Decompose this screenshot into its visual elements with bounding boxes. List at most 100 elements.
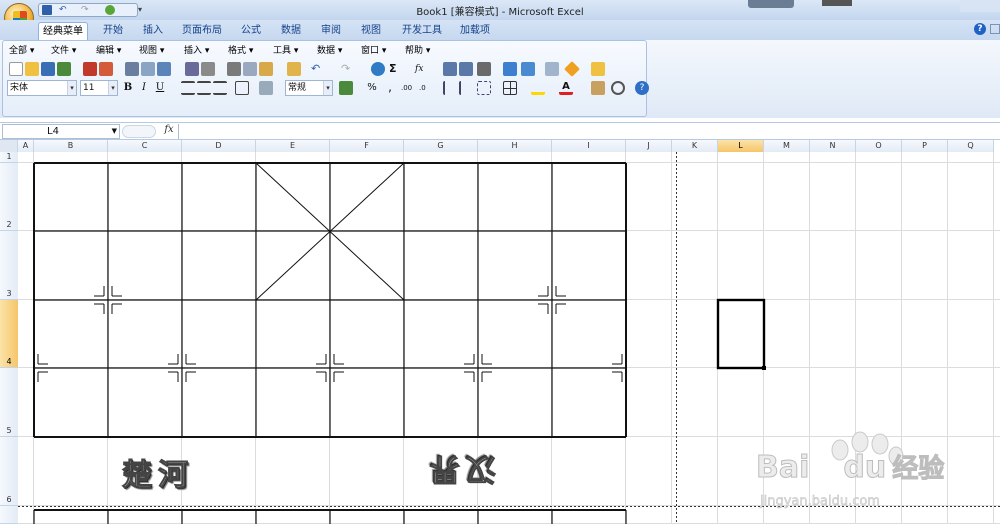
tab-addins[interactable]: 加载项 <box>454 22 496 40</box>
comma-button[interactable]: , <box>383 81 397 95</box>
spelling-icon[interactable] <box>185 62 199 76</box>
new-icon[interactable] <box>9 62 23 76</box>
borders-icon[interactable] <box>503 81 517 95</box>
menu-insert[interactable]: 插入 ▾ <box>184 43 209 56</box>
ribbon-tab-bar: 经典菜单 开始 插入 页面布局 公式 数据 审阅 视图 开发工具 加载项 ? <box>0 20 1000 40</box>
insert-function-icon[interactable]: fx <box>415 62 435 76</box>
chevron-down-icon[interactable]: ▼ <box>112 125 117 138</box>
save-icon[interactable] <box>42 5 52 15</box>
save-icon[interactable] <box>41 62 55 76</box>
preview-icon[interactable] <box>141 62 155 76</box>
watermark-url: jingyan.baidu.com <box>760 494 880 509</box>
styles-icon[interactable] <box>591 81 605 95</box>
fill-handle[interactable] <box>762 366 766 370</box>
italic-button[interactable]: I <box>137 81 151 95</box>
taskbar-thumbnail-2 <box>822 0 852 6</box>
border-style-icon[interactable] <box>477 81 491 95</box>
han-border-text: 汉界 <box>424 451 497 487</box>
window-controls[interactable] <box>960 0 1000 12</box>
menu-tools[interactable]: 工具 ▾ <box>273 43 298 56</box>
increase-indent-icon[interactable] <box>459 81 473 95</box>
name-box[interactable]: L4 ▼ <box>2 124 120 139</box>
currency-icon[interactable] <box>339 81 353 95</box>
folder-icon[interactable] <box>591 62 605 76</box>
open-icon[interactable] <box>25 62 39 76</box>
tab-classic-menu[interactable]: 经典菜单 <box>38 22 88 40</box>
align-center-icon[interactable] <box>197 81 211 95</box>
font-size-select[interactable]: 11 ▾ <box>80 80 118 96</box>
align-left-icon[interactable] <box>181 81 195 95</box>
menu-all[interactable]: 全部 ▾ <box>9 43 34 56</box>
selected-cell[interactable] <box>716 298 766 370</box>
permission-icon[interactable] <box>57 62 71 76</box>
tab-view[interactable]: 视图 <box>354 22 388 40</box>
classic-menu-panel: 全部 ▾ 文件 ▾ 编辑 ▾ 视图 ▾ 插入 ▾ 格式 ▾ 工具 ▾ 数据 ▾ … <box>2 40 649 117</box>
help-icon[interactable]: ? <box>974 23 986 35</box>
redo-icon[interactable]: ↷ <box>341 62 355 76</box>
sort-ascending-icon[interactable] <box>443 62 457 76</box>
formula-bar: L4 ▼ fx <box>0 122 1000 140</box>
bold-button[interactable]: B <box>121 81 135 95</box>
pdf-icon[interactable] <box>83 62 97 76</box>
paste-icon[interactable] <box>259 62 273 76</box>
publish-icon[interactable] <box>105 5 115 15</box>
undo-icon[interactable]: ↶ <box>59 5 67 15</box>
print-preview-icon[interactable] <box>99 62 113 76</box>
tab-data[interactable]: 数据 <box>274 22 308 40</box>
grid-icon[interactable] <box>545 62 559 76</box>
align-right-icon[interactable] <box>213 81 227 95</box>
insert-function-button[interactable]: fx <box>160 124 178 139</box>
tab-review[interactable]: 审阅 <box>314 22 348 40</box>
ribbon-restore-icon[interactable] <box>990 24 1000 34</box>
percent-button[interactable]: % <box>365 81 379 95</box>
baidu-jingyan-watermark: Bai du 经验 jingyan.baidu.com <box>754 422 994 518</box>
redo-icon[interactable]: ↷ <box>81 5 89 15</box>
decrease-indent-icon[interactable] <box>443 81 457 95</box>
hyperlink-icon[interactable] <box>371 62 385 76</box>
copy-icon[interactable] <box>243 62 257 76</box>
print-icon[interactable] <box>125 62 139 76</box>
tab-page-layout[interactable]: 页面布局 <box>176 22 228 40</box>
menu-view[interactable]: 视图 ▾ <box>139 43 164 56</box>
font-color-icon[interactable]: A <box>559 81 573 95</box>
filter-icon[interactable] <box>477 62 491 76</box>
merge-center-icon[interactable] <box>235 81 249 95</box>
research-icon[interactable] <box>201 62 215 76</box>
font-name-select[interactable]: 宋体 ▾ <box>7 80 77 96</box>
tab-developer[interactable]: 开发工具 <box>396 22 448 40</box>
menu-window[interactable]: 窗口 ▾ <box>361 43 386 56</box>
menu-help[interactable]: 帮助 ▾ <box>405 43 430 56</box>
customize-qat-icon[interactable]: ▾ <box>138 5 142 14</box>
formula-expand-button[interactable] <box>122 125 156 138</box>
menu-format[interactable]: 格式 ▾ <box>228 43 253 56</box>
underline-button[interactable]: U <box>153 81 167 95</box>
menu-edit[interactable]: 编辑 ▾ <box>96 43 121 56</box>
drawing-icon[interactable] <box>521 62 535 76</box>
tab-formulas[interactable]: 公式 <box>234 22 268 40</box>
fill-icon[interactable] <box>564 61 580 77</box>
zoom-icon[interactable] <box>611 81 625 95</box>
tab-home[interactable]: 开始 <box>96 22 130 40</box>
formatting-toolbar: 宋体 ▾ 11 ▾ B I U 常规 ▾ % , .00 .0 A ? <box>7 80 649 98</box>
undo-icon[interactable]: ↶ <box>311 62 325 76</box>
page-setup-icon[interactable] <box>157 62 171 76</box>
format-painter-icon[interactable] <box>287 62 301 76</box>
menu-file[interactable]: 文件 ▾ <box>51 43 76 56</box>
number-format-select[interactable]: 常规 ▾ <box>285 80 333 96</box>
fill-color-icon[interactable] <box>531 81 545 95</box>
cut-icon[interactable] <box>227 62 241 76</box>
standard-toolbar: ↶ ↷ Σ fx <box>7 61 647 79</box>
wrap-text-icon[interactable] <box>259 81 273 95</box>
menu-data[interactable]: 数据 ▾ <box>317 43 342 56</box>
quick-access-toolbar[interactable]: ↶ ↷ <box>38 3 138 17</box>
worksheet-grid[interactable]: ABCDEFGHIJKLMNOPQ 123456 楚河 汉界 Bai du 经验 j… <box>0 140 1000 524</box>
formula-input[interactable] <box>178 124 1000 139</box>
autosum-icon[interactable]: Σ <box>389 62 403 76</box>
decrease-decimal-icon[interactable]: .0 <box>419 81 433 95</box>
help-icon[interactable]: ? <box>635 81 649 95</box>
sort-descending-icon[interactable] <box>459 62 473 76</box>
increase-decimal-icon[interactable]: .00 <box>401 81 415 95</box>
tab-insert[interactable]: 插入 <box>136 22 170 40</box>
chart-icon[interactable] <box>503 62 517 76</box>
taskbar-thumbnail <box>748 0 794 8</box>
